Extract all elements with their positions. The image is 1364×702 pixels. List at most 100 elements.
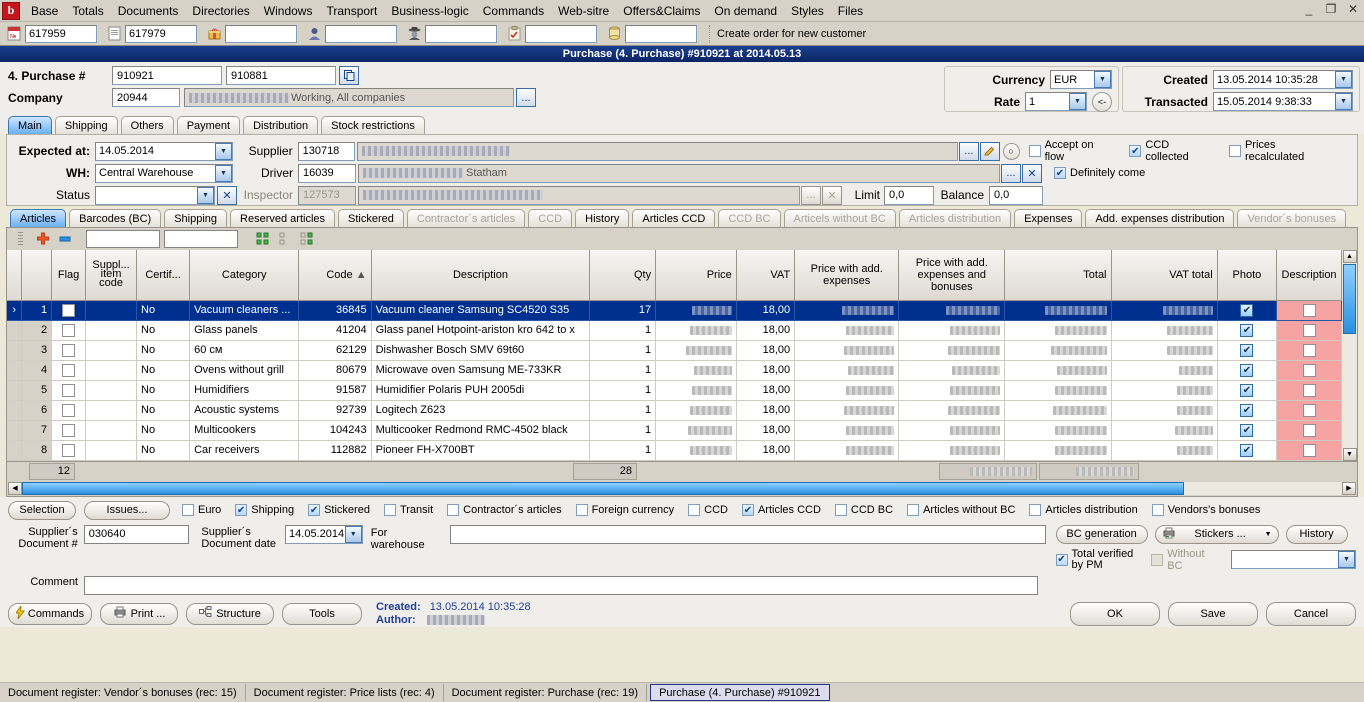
header-code[interactable]: Code ▲ [298, 250, 372, 301]
cell-vat[interactable]: 18,00 [736, 360, 796, 381]
cell-price-add-expenses-bonuses[interactable] [898, 320, 1006, 341]
cell-photo-checkbox[interactable]: ✔ [1217, 420, 1278, 441]
header-price-add-expenses[interactable]: Price with add. expenses [794, 250, 900, 301]
cell-code[interactable]: 36845 [298, 300, 372, 321]
cell-price[interactable] [655, 440, 737, 461]
header-price-add-expenses-bonuses[interactable]: Price with add. expenses and bonuses [898, 250, 1006, 301]
cell-suppl-item-code[interactable] [85, 360, 137, 381]
driver-browse-button[interactable]: ... [1001, 163, 1021, 183]
cell-flag-checkbox[interactable] [51, 440, 87, 461]
cell-description-checkbox[interactable] [1276, 400, 1342, 421]
horizontal-scroll-thumb[interactable] [22, 481, 1184, 495]
grid-vertical-scrollbar[interactable]: ▲ ▼ [1342, 250, 1357, 461]
cell-flag-checkbox[interactable] [51, 380, 87, 401]
status-item-1[interactable]: Document register: Price lists (rec: 4) [246, 684, 444, 701]
cell-suppl-item-code[interactable] [85, 400, 137, 421]
cell-total[interactable] [1004, 320, 1112, 341]
supplier-edit-icon[interactable] [979, 141, 1000, 161]
footer-check-ccd-bc[interactable]: CCD BC [834, 504, 907, 516]
cell-category[interactable]: Humidifiers [189, 380, 300, 401]
grid-filter-field-2[interactable] [164, 230, 238, 248]
footer-check-transit[interactable]: Transit [383, 504, 447, 516]
footer-checkbox-articles-without-bc[interactable] [907, 504, 920, 516]
row-marker[interactable] [7, 440, 23, 461]
row-marker[interactable]: › [7, 300, 23, 321]
menu-item-documents[interactable]: Documents [111, 2, 186, 20]
cell-category[interactable]: Vacuum cleaners ... [189, 300, 300, 321]
chevron-down-icon[interactable]: ▼ [197, 186, 214, 204]
cell-suppl-item-code[interactable] [85, 420, 137, 441]
cell-description-checkbox[interactable] [1276, 340, 1342, 361]
menu-item-transport[interactable]: Transport [319, 2, 384, 20]
cell-suppl-item-code[interactable] [85, 380, 137, 401]
cell-photo-checkbox[interactable]: ✔ [1217, 340, 1278, 361]
cell-description-checkbox[interactable] [1276, 440, 1342, 461]
toolbar-field-1[interactable] [25, 24, 97, 43]
chevron-down-icon[interactable]: ▼ [215, 164, 232, 182]
cell-vat-total[interactable] [1111, 420, 1218, 441]
row-number[interactable]: 7 [21, 420, 53, 441]
ccd-collected-check[interactable]: ✔ CCD collected [1129, 139, 1229, 163]
cell-qty[interactable]: 1 [589, 320, 657, 341]
row-marker[interactable] [7, 360, 23, 381]
cell-qty[interactable]: 1 [589, 400, 657, 421]
cell-price-add-expenses[interactable] [794, 380, 900, 401]
commands-button[interactable]: Commands [8, 602, 92, 625]
cell-total[interactable] [1004, 300, 1112, 321]
remove-row-icon[interactable] [54, 230, 76, 248]
stickers-button[interactable]: Stickers ... ▼ [1154, 524, 1279, 544]
cell-qty[interactable]: 1 [589, 360, 657, 381]
footer-checkbox-ccd-bc[interactable] [834, 504, 847, 516]
cell-category[interactable]: Glass panels [189, 320, 300, 341]
cell-total[interactable] [1004, 420, 1112, 441]
chevron-down-icon[interactable]: ▼ [1265, 531, 1272, 538]
cell-qty[interactable]: 17 [589, 300, 657, 321]
cell-price-add-expenses[interactable] [794, 300, 900, 321]
header-vat[interactable]: VAT [736, 250, 796, 301]
cell-vat-total[interactable] [1111, 360, 1218, 381]
row-marker[interactable] [7, 340, 23, 361]
cell-flag-checkbox[interactable] [51, 320, 87, 341]
limit-field[interactable]: 0,0 [884, 185, 934, 205]
cell-vat[interactable]: 18,00 [736, 380, 796, 401]
menu-item-base[interactable]: Base [24, 2, 65, 20]
supplier-name-field[interactable] [357, 141, 958, 161]
cell-photo-checkbox[interactable]: ✔ [1217, 440, 1278, 461]
cell-flag-checkbox[interactable] [51, 400, 87, 421]
definitely-come-checkbox[interactable]: ✔ [1054, 167, 1066, 179]
header-total[interactable]: Total [1004, 250, 1112, 301]
cell-description-checkbox[interactable] [1276, 300, 1342, 321]
row-number[interactable]: 6 [21, 400, 53, 421]
cell-price-add-expenses-bonuses[interactable] [898, 400, 1006, 421]
cell-price-add-expenses-bonuses[interactable] [898, 300, 1006, 321]
prices-recalculated-check[interactable]: Prices recalculated [1228, 139, 1351, 163]
menu-item-windows[interactable]: Windows [257, 2, 320, 20]
cell-description[interactable]: Dishwasher Bosch SMV 69t60 [371, 340, 591, 361]
cell-price[interactable] [655, 360, 737, 381]
prices-recalculated-checkbox[interactable] [1228, 145, 1241, 157]
bc-generation-button[interactable]: BC generation [1055, 524, 1148, 544]
footer-checkbox-transit[interactable] [383, 504, 396, 516]
menu-item-totals[interactable]: Totals [65, 2, 110, 20]
cell-suppl-item-code[interactable] [85, 320, 137, 341]
cell-description[interactable]: Vacuum cleaner Samsung SC4520 S35 [371, 300, 591, 321]
collapse-all-icon[interactable] [274, 230, 296, 248]
issues-button[interactable]: Issues... [84, 500, 170, 520]
cell-vat-total[interactable] [1111, 440, 1218, 461]
menu-item-styles[interactable]: Styles [784, 2, 831, 20]
cancel-button[interactable]: Cancel [1266, 601, 1356, 626]
footer-checkbox-articles-ccd[interactable]: ✔ [741, 504, 754, 516]
cell-price-add-expenses[interactable] [794, 340, 900, 361]
minimize-button[interactable]: _ [1302, 2, 1316, 16]
cell-vat[interactable]: 18,00 [736, 340, 796, 361]
cell-total[interactable] [1004, 360, 1112, 381]
cell-code[interactable]: 92739 [298, 400, 372, 421]
row-number[interactable]: 4 [21, 360, 53, 381]
cell-price-add-expenses[interactable] [794, 320, 900, 341]
toolbar-field-2[interactable] [125, 24, 197, 43]
header-certif[interactable]: Certif... [136, 250, 191, 301]
cell-description[interactable]: Multicooker Redmond RMC-4502 black [371, 420, 591, 441]
chevron-down-icon[interactable]: ▼ [344, 525, 362, 543]
chevron-down-icon[interactable]: ▼ [1335, 93, 1352, 110]
cell-total[interactable] [1004, 440, 1112, 461]
